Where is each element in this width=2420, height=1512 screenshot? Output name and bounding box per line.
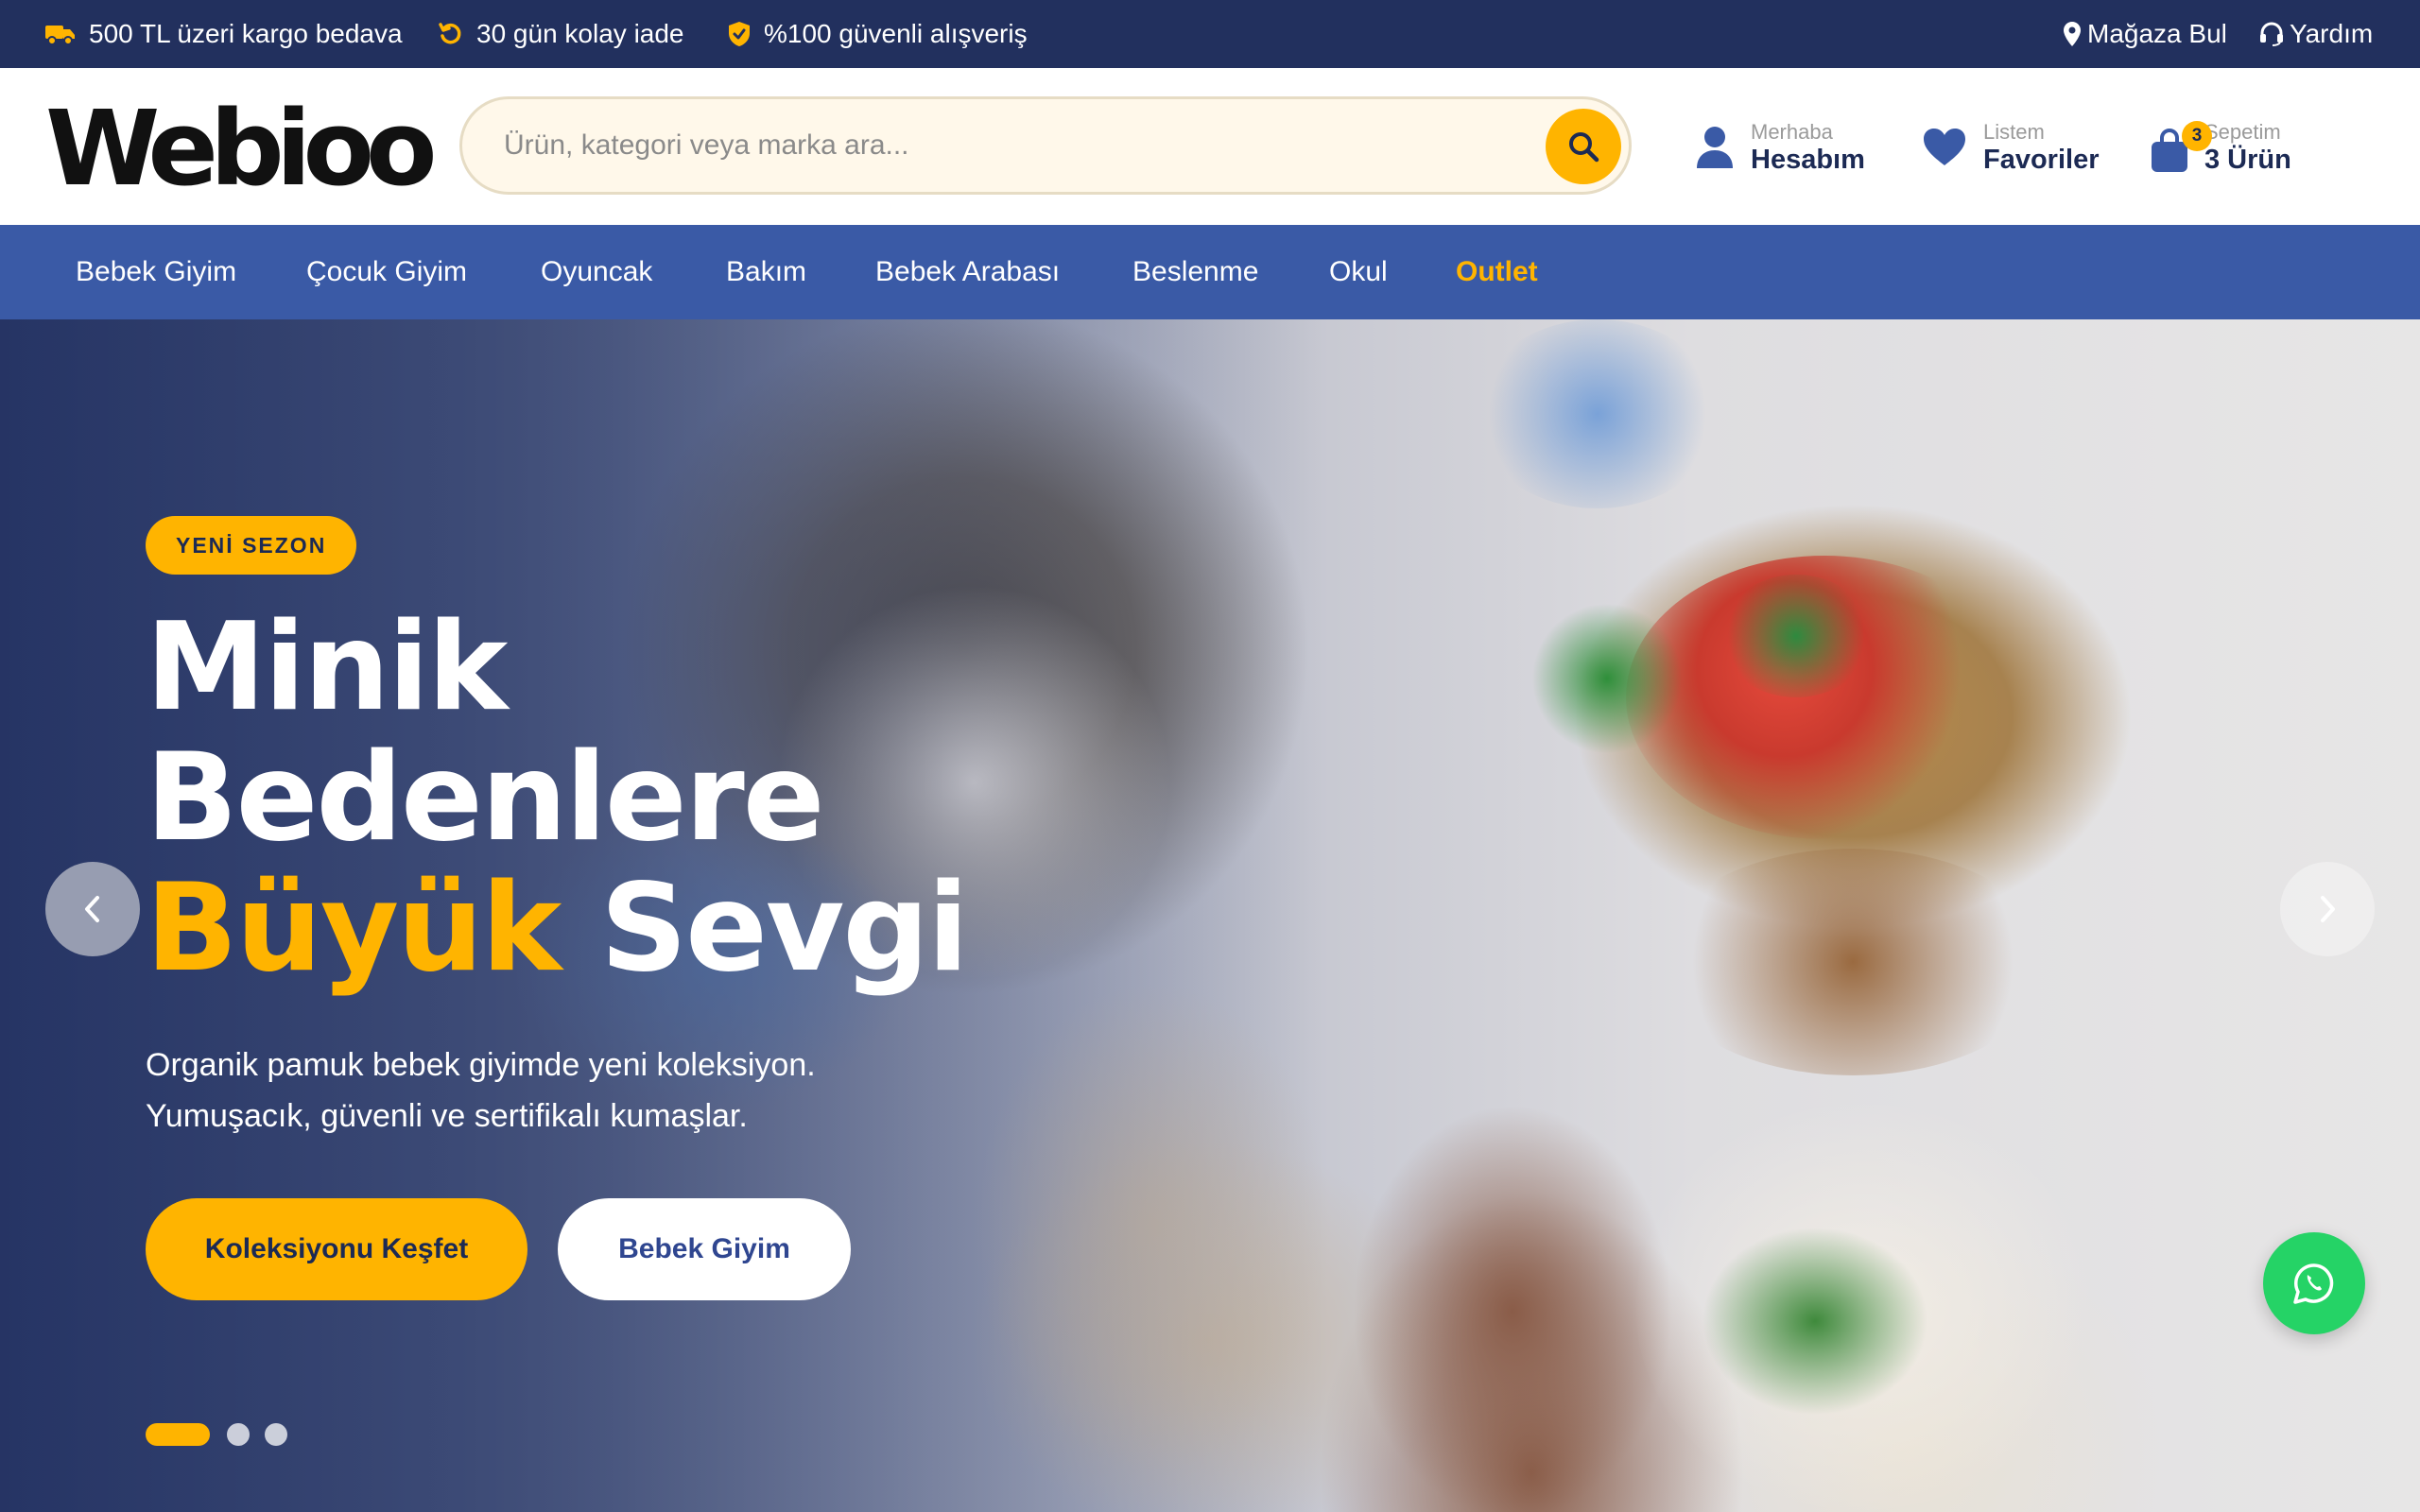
search-bar — [459, 96, 1632, 195]
slider-prev-button[interactable] — [45, 862, 140, 956]
baby-clothing-button[interactable]: Bebek Giyim — [558, 1198, 851, 1300]
slider-dot-3[interactable] — [265, 1423, 287, 1446]
nav-item-oyuncak[interactable]: Oyuncak — [541, 225, 652, 319]
user-icon — [1697, 127, 1733, 168]
slider-next-button[interactable] — [2280, 862, 2375, 956]
chevron-left-icon — [85, 896, 99, 922]
hero-subtitle-line-1: Organik pamuk bebek giyimde yeni koleksi… — [146, 1047, 816, 1083]
truck-icon — [45, 26, 75, 45]
account-greeting: Merhaba — [1751, 119, 1833, 144]
headline-line-3-rest: Sevgi — [560, 858, 969, 999]
whatsapp-button[interactable] — [2263, 1232, 2365, 1334]
slider-dot-2[interactable] — [227, 1423, 250, 1446]
nav-item-bakim[interactable]: Bakım — [726, 225, 806, 319]
nav-item-okul[interactable]: Okul — [1329, 225, 1388, 319]
favorites-link[interactable]: Listem Favoriler — [1923, 110, 2100, 185]
season-badge: YENİ SEZON — [146, 516, 357, 575]
headline-line-2: Bedenlere — [146, 728, 825, 868]
help-link[interactable]: Yardım — [2259, 0, 2373, 68]
favorites-small: Listem — [1983, 119, 2045, 144]
search-icon — [1569, 132, 1599, 163]
chevron-right-icon — [2321, 896, 2335, 922]
headline-line-1: Minik — [146, 597, 508, 738]
hero-headline: Minik Bedenlere Büyük Sevgi — [146, 597, 969, 994]
nav-item-bebek-arabasi[interactable]: Bebek Arabası — [875, 225, 1060, 319]
explore-collection-button[interactable]: Koleksiyonu Keşfet — [146, 1198, 527, 1300]
heart-icon — [1924, 129, 1965, 165]
nav-item-cocuk-giyim[interactable]: Çocuk Giyim — [306, 225, 467, 319]
return-icon — [439, 23, 461, 44]
hero-subtitle-line-2: Yumuşacık, güvenli ve sertifikalı kumaşl… — [146, 1098, 748, 1134]
site-logo[interactable]: Webioo — [45, 88, 438, 209]
cart-link[interactable]: 3 Sepetim 3 Ürün — [2150, 110, 2291, 185]
cart-small: Sepetim — [2204, 119, 2281, 144]
logo-text: Webioo — [45, 88, 438, 209]
whatsapp-icon — [2293, 1263, 2334, 1304]
store-finder-link[interactable]: Mağaza Bul — [2063, 0, 2227, 68]
headset-icon — [2260, 22, 2283, 46]
cart-label: 3 Ürün — [2204, 144, 2291, 175]
account-link[interactable]: Merhaba Hesabım — [1696, 110, 1865, 185]
main-nav: Bebek Giyim Çocuk Giyim Oyuncak Bakım Be… — [0, 225, 2420, 319]
headline-highlight: Büyük — [146, 858, 562, 999]
cart-count-badge: 3 — [2182, 121, 2212, 151]
shipping-label: 500 TL üzeri kargo bedava — [89, 19, 403, 48]
secure-label: %100 güvenli alışveriş — [764, 19, 1028, 48]
secure-info: %100 güvenli alışveriş — [728, 0, 1028, 68]
hero-slider: YENİ SEZON Minik Bedenlere Büyük Sevgi O… — [0, 319, 2420, 1512]
nav-item-bebek-giyim[interactable]: Bebek Giyim — [76, 225, 236, 319]
headline-line-3: Büyük Sevgi — [146, 864, 969, 994]
return-label: 30 gün kolay iade — [476, 19, 684, 48]
favorites-label: Favoriler — [1983, 144, 2100, 175]
help-label: Yardım — [2290, 19, 2374, 48]
map-pin-icon — [2064, 22, 2081, 46]
search-input[interactable] — [504, 116, 1468, 175]
nav-item-outlet[interactable]: Outlet — [1456, 225, 1538, 319]
nav-item-beslenme[interactable]: Beslenme — [1132, 225, 1258, 319]
shipping-info: 500 TL üzeri kargo bedava — [45, 0, 403, 68]
return-info: 30 gün kolay iade — [439, 0, 684, 68]
cart-icon-wrap: 3 — [2150, 121, 2212, 174]
shield-icon — [729, 22, 750, 46]
account-label: Hesabım — [1751, 144, 1865, 175]
search-button[interactable] — [1546, 109, 1621, 184]
site-header: Webioo Merhaba Hesabım Listem Favoriler … — [0, 68, 2420, 225]
top-bar: 500 TL üzeri kargo bedava 30 gün kolay i… — [0, 0, 2420, 68]
store-finder-label: Mağaza Bul — [2087, 19, 2227, 48]
slider-dot-1[interactable] — [146, 1423, 210, 1446]
hero-subtitle: Organik pamuk bebek giyimde yeni koleksi… — [146, 1040, 816, 1142]
